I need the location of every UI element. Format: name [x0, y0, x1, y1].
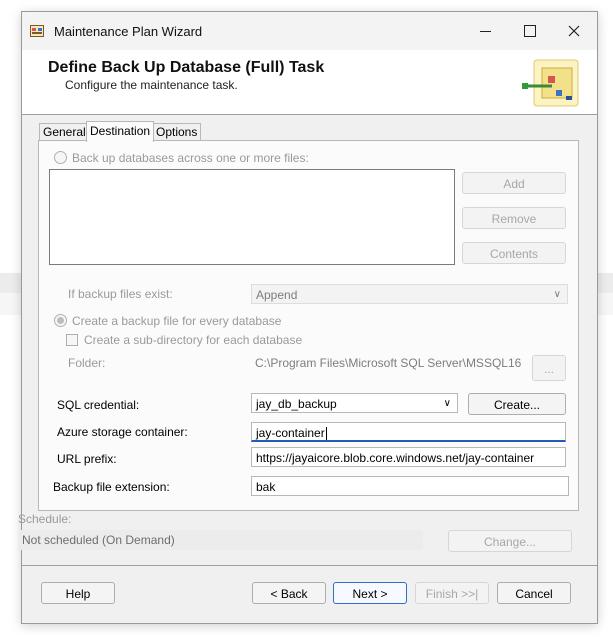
- backup-files-radio[interactable]: [54, 151, 67, 164]
- remove-button[interactable]: Remove: [462, 207, 566, 229]
- per-database-label: Create a backup file for every database: [72, 314, 282, 328]
- text-caret: [325, 427, 327, 440]
- cancel-button[interactable]: Cancel: [497, 582, 571, 604]
- url-prefix-input[interactable]: https://jayaicore.blob.core.windows.net/…: [251, 447, 566, 467]
- wizard-header: Define Back Up Database (Full) Task Conf…: [22, 50, 597, 115]
- sql-credential-label: SQL credential:: [57, 398, 140, 412]
- help-button[interactable]: Help: [41, 582, 115, 604]
- subdirectory-label: Create a sub-directory for each database: [84, 333, 303, 347]
- azure-container-label: Azure storage container:: [57, 425, 188, 439]
- minimize-icon: [479, 30, 491, 32]
- wizard-app-icon: [30, 25, 44, 37]
- add-button[interactable]: Add: [462, 172, 566, 194]
- browse-folder-button[interactable]: ...: [532, 355, 566, 381]
- tab-general[interactable]: General: [39, 123, 90, 141]
- page-title: Define Back Up Database (Full) Task: [48, 59, 325, 76]
- chevron-down-icon: ∨: [553, 289, 561, 300]
- schedule-label: Schedule:: [18, 512, 72, 526]
- page-subtitle: Configure the maintenance task.: [65, 78, 238, 92]
- back-button[interactable]: < Back: [252, 582, 326, 604]
- backup-extension-input[interactable]: bak: [251, 476, 569, 496]
- sql-credential-select[interactable]: jay_db_backup ∨: [251, 393, 458, 413]
- tab-options[interactable]: Options: [152, 123, 202, 141]
- minimize-button[interactable]: [465, 16, 505, 46]
- folder-label: Folder:: [68, 356, 106, 370]
- next-button[interactable]: Next >: [333, 582, 407, 604]
- create-credential-button[interactable]: Create...: [468, 393, 566, 415]
- close-button[interactable]: [554, 16, 594, 46]
- finish-button[interactable]: Finish >>|: [415, 582, 489, 604]
- azure-container-value: jay-container: [256, 426, 325, 440]
- if-backup-exists-label: If backup files exist:: [68, 287, 173, 301]
- url-prefix-label: URL prefix:: [57, 452, 117, 466]
- backup-files-list[interactable]: [49, 169, 455, 265]
- wizard-window: Maintenance Plan Wizard Define Back Up D…: [18, 11, 598, 624]
- tab-destination[interactable]: Destination: [86, 121, 155, 142]
- maximize-icon: [524, 25, 536, 37]
- per-database-radio[interactable]: [54, 314, 67, 327]
- title-bar: Maintenance Plan Wizard: [22, 12, 597, 50]
- chevron-down-icon: ∨: [443, 398, 451, 409]
- if-backup-exists-value: Append: [256, 288, 298, 302]
- footer-separator: [22, 565, 597, 566]
- if-backup-exists-select[interactable]: Append ∨: [251, 284, 568, 304]
- sql-credential-value: jay_db_backup: [256, 397, 337, 411]
- close-icon: [568, 25, 580, 37]
- schedule-value: Not scheduled (On Demand): [18, 530, 423, 550]
- change-schedule-button[interactable]: Change...: [448, 530, 572, 552]
- backup-extension-label: Backup file extension:: [53, 480, 170, 494]
- maximize-button[interactable]: [510, 16, 550, 46]
- contents-button[interactable]: Contents: [462, 242, 566, 264]
- window-title: Maintenance Plan Wizard: [54, 24, 203, 39]
- azure-container-input[interactable]: jay-container: [251, 422, 566, 442]
- maintenance-plan-graphic: [522, 59, 579, 107]
- folder-input[interactable]: C:\Program Files\Microsoft SQL Server\MS…: [251, 353, 521, 373]
- backup-files-label: Back up databases across one or more fil…: [72, 151, 309, 165]
- subdirectory-checkbox[interactable]: [66, 334, 78, 346]
